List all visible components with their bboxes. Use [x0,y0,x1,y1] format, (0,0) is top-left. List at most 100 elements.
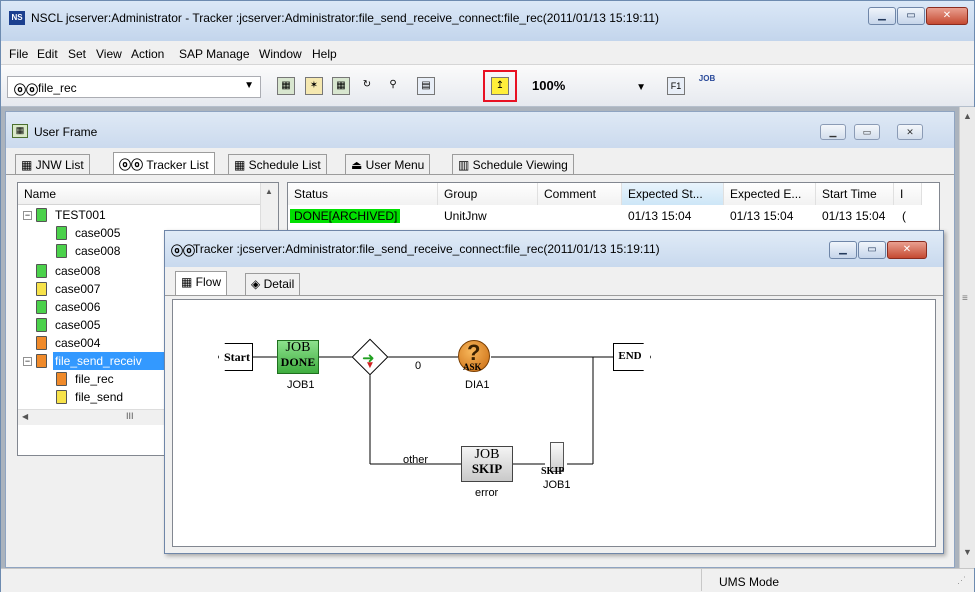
main-scrollbar[interactable]: ▲ ≡ ▼ [959,107,975,568]
tree-item[interactable]: file_rec [75,370,114,388]
maximize-button[interactable]: ▭ [897,7,925,25]
main-window: NS NSCL jcserver:Administrator - Tracker… [0,0,975,592]
tree-item[interactable]: case007 [55,280,100,298]
menu-view[interactable]: View [96,47,122,61]
menu-window[interactable]: Window [259,47,302,61]
group-cell: UnitJnw [444,209,487,223]
job1-node-status: DONE [280,355,316,369]
error-label: error [475,487,499,499]
tracker-close-button[interactable]: ✕ [887,241,927,259]
file-icon [36,264,47,278]
column-header-group[interactable]: Group [438,183,538,205]
scroll-up-icon[interactable]: ▲ [963,111,972,121]
zoom-icon[interactable]: ▤ [417,77,435,95]
scroll-grip: III [126,411,134,421]
collapse-icon[interactable]: − [23,211,32,220]
app-icon: NS [9,11,25,25]
file-icon [36,336,47,350]
tracker-icon: ⓞⓞ [14,83,39,97]
tree-item[interactable]: file_send [75,388,123,406]
tab-user-menu[interactable]: ⏏ User Menu [345,154,431,174]
branch-down-icon: ▼ [365,360,375,371]
user-frame-close-button[interactable]: ✕ [897,124,923,140]
tab-jnw-list[interactable]: ▦ JNW List [15,154,90,174]
tab-tracker-list[interactable]: ⓞⓞ Tracker List [113,152,215,174]
scroll-up-icon[interactable]: ▲ [265,187,273,196]
tracker-minimize-button[interactable]: ▁ [829,241,857,259]
status-bar: UMS Mode ⋰ [1,568,974,592]
schedule-icon[interactable]: ✶ [305,77,323,95]
maximize-icon: ▭ [906,10,916,21]
file-icon [36,300,47,314]
tree-item[interactable]: case008 [75,242,120,260]
menu-help[interactable]: Help [312,47,337,61]
flow-canvas[interactable]: Start JOB DONE JOB1 ➜ ▼ 0 other ? ASK DI… [172,299,936,547]
menu-action[interactable]: Action [131,47,164,61]
job-icon[interactable]: JOB [698,71,716,89]
scroll-down-icon[interactable]: ▼ [963,547,972,557]
file-icon [36,354,47,368]
column-header-extra[interactable]: I [894,183,922,205]
close-icon: ✕ [902,244,912,255]
resize-grip-icon[interactable]: ⋰ [957,575,966,586]
branch-label-other: other [403,454,429,466]
collapse-icon[interactable]: − [23,357,32,366]
maximize-icon: ▭ [862,127,872,137]
tree-header[interactable]: Name [18,183,278,205]
skip-job-label: JOB1 [543,479,571,491]
up-icon[interactable]: ↥ [491,77,509,95]
tab-schedule-list[interactable]: ▦ Schedule List [228,154,327,174]
column-header-expected-start[interactable]: Expected St... [622,183,724,205]
chevron-down-icon: ▼ [244,80,254,91]
user-menu-icon: ⏏ [351,158,366,172]
schedule-viewing-icon: ▥ [458,158,473,172]
menu-file[interactable]: File [9,47,28,61]
menu-set[interactable]: Set [68,47,86,61]
refresh-icon[interactable]: ↻ [358,77,376,95]
tree-item[interactable]: TEST001 [55,206,106,224]
tab-detail[interactable]: ◈ Detail [245,273,301,295]
tracker-selector[interactable]: ⓞⓞ file_rec ▼ [7,76,261,98]
menu-edit[interactable]: Edit [37,47,58,61]
close-icon: ✕ [906,127,914,137]
f1-icon[interactable]: F1 [667,77,685,95]
file-icon [56,372,67,386]
zoom-value: 100% [532,78,566,93]
tree-item-selected[interactable]: file_send_receiv [53,352,173,370]
tracker-view-icon[interactable]: ▦ [332,77,350,95]
minimize-button[interactable]: ▁ [868,7,896,25]
column-header-expected-end[interactable]: Expected E... [724,183,816,205]
status-divider [701,569,702,591]
file-icon [56,244,67,258]
zoom-selector[interactable]: 100% ▼ [528,76,652,98]
job1-label: JOB1 [287,379,315,391]
tab-flow[interactable]: ▦ Flow [175,271,228,295]
find-icon[interactable]: ⚲ [384,77,402,95]
flow-end-label: END [618,350,642,362]
close-button[interactable]: ✕ [926,7,968,25]
tracker-icon: ⓞⓞ [119,158,147,172]
tracker-grid[interactable]: Status Group Comment Expected St... Expe… [287,182,940,232]
error-node-status: SKIP [471,461,503,476]
file-icon [36,318,47,332]
tree-hscrollbar[interactable]: ◀ III [18,409,168,425]
menu-sap-manage[interactable]: SAP Manage [179,47,250,61]
job1-node-text: JOB [285,340,311,355]
user-frame-minimize-button[interactable]: ▁ [820,124,846,140]
column-header-comment[interactable]: Comment [538,183,622,205]
jnw-icon[interactable]: ▦ [277,77,295,95]
window-title: NSCL jcserver:Administrator - Tracker :j… [31,11,660,25]
tracker-maximize-button[interactable]: ▭ [858,241,886,259]
tab-schedule-viewing[interactable]: ▥ Schedule Viewing [452,154,574,174]
tree-item[interactable]: case006 [55,298,100,316]
tree-item[interactable]: case005 [75,224,120,242]
scroll-left-icon[interactable]: ◀ [22,412,28,421]
column-header-status[interactable]: Status [288,183,438,205]
column-header-start-time[interactable]: Start Time [816,183,894,205]
tree-item[interactable]: case004 [55,334,100,352]
tree-item[interactable]: case008 [55,262,100,280]
user-frame-maximize-button[interactable]: ▭ [854,124,880,140]
tree-item[interactable]: case005 [55,316,100,334]
minimize-icon: ▁ [878,10,886,21]
scroll-grip-icon: ≡ [962,293,968,304]
